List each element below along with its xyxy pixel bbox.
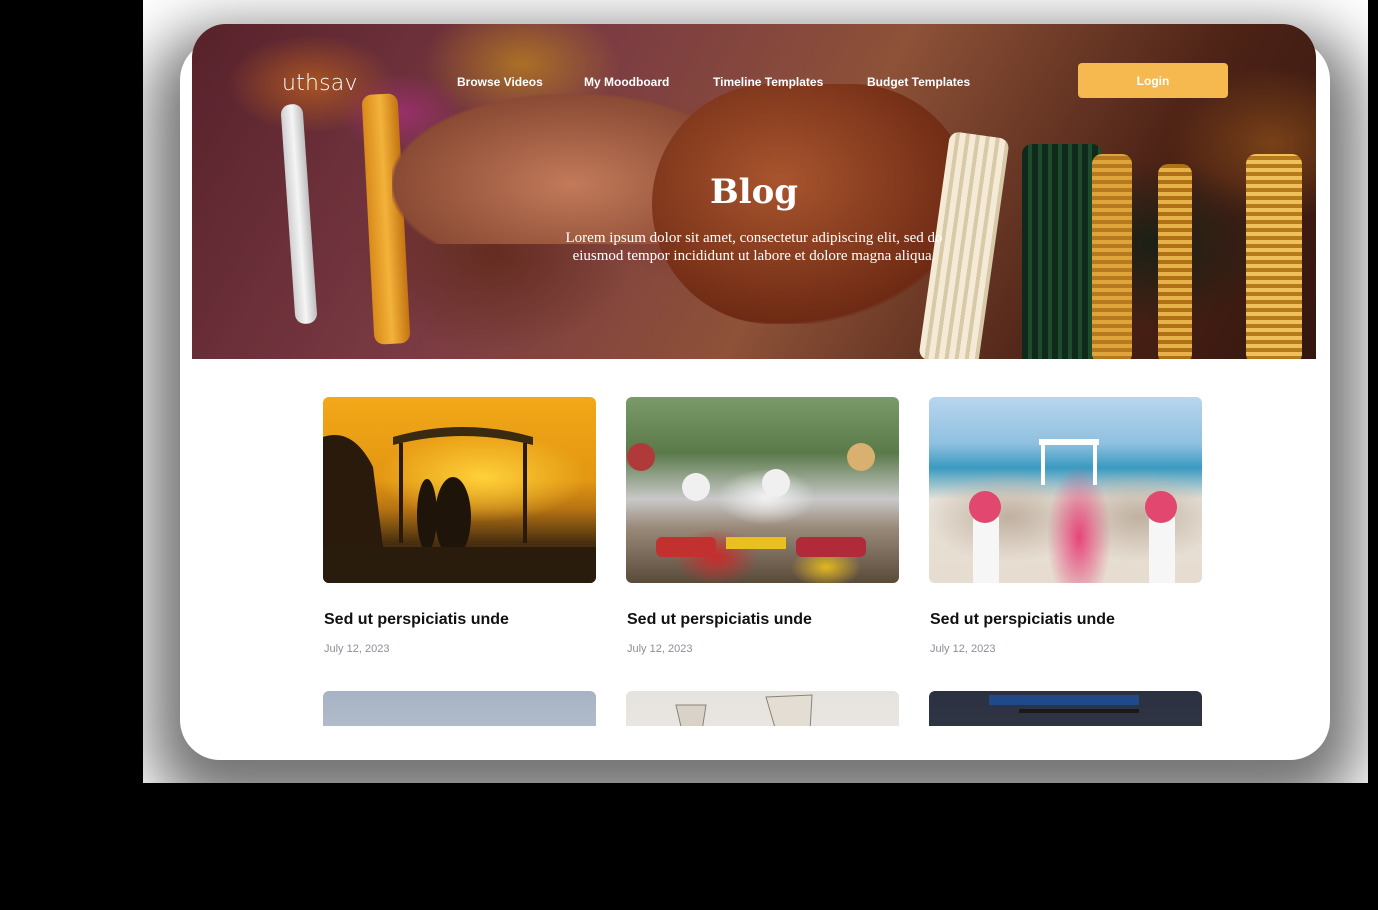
blog-card[interactable]: Sed ut perspiciatis unde July 12, 2023: [929, 397, 1202, 655]
blog-card[interactable]: Sed ut perspiciatis unde July 12, 2023: [626, 397, 899, 655]
brand-logo[interactable]: uthsav: [282, 71, 358, 96]
nav-my-moodboard[interactable]: My Moodboard: [584, 75, 669, 89]
post-date: July 12, 2023: [930, 643, 996, 655]
venue-interior-image[interactable]: [929, 691, 1202, 726]
nav-budget-templates[interactable]: Budget Templates: [867, 75, 970, 89]
post-title[interactable]: Sed ut perspiciatis unde: [324, 611, 604, 629]
post-title[interactable]: Sed ut perspiciatis unde: [930, 611, 1210, 629]
page-subtitle: Lorem ipsum dolor sit amet, consectetur …: [565, 230, 943, 264]
blog-card[interactable]: Sed ut perspiciatis unde July 12, 2023: [323, 397, 596, 655]
post-date: July 12, 2023: [627, 643, 693, 655]
nav-browse-videos[interactable]: Browse Videos: [457, 75, 543, 89]
post-date: July 12, 2023: [324, 643, 390, 655]
blog-card[interactable]: [323, 691, 596, 726]
curtains-illustration-image[interactable]: [626, 691, 899, 726]
top-navigation: uthsav Browse Videos My Moodboard Timeli…: [192, 24, 1316, 134]
blog-card[interactable]: [929, 691, 1202, 726]
beach-sunset-wedding-image[interactable]: [323, 397, 596, 583]
sky-image[interactable]: [323, 691, 596, 726]
post-title[interactable]: Sed ut perspiciatis unde: [627, 611, 907, 629]
silver-bracelet-image: [280, 103, 318, 325]
beach-aisle-wedding-image[interactable]: [929, 397, 1202, 583]
wedding-ceremony-image[interactable]: [626, 397, 899, 583]
hero-banner: uthsav Browse Videos My Moodboard Timeli…: [192, 24, 1316, 359]
login-button[interactable]: Login: [1078, 63, 1228, 98]
page-title: Blog: [709, 172, 799, 212]
blog-card[interactable]: [626, 691, 899, 726]
nav-timeline-templates[interactable]: Timeline Templates: [713, 75, 823, 89]
device-screen: uthsav Browse Videos My Moodboard Timeli…: [192, 24, 1316, 726]
